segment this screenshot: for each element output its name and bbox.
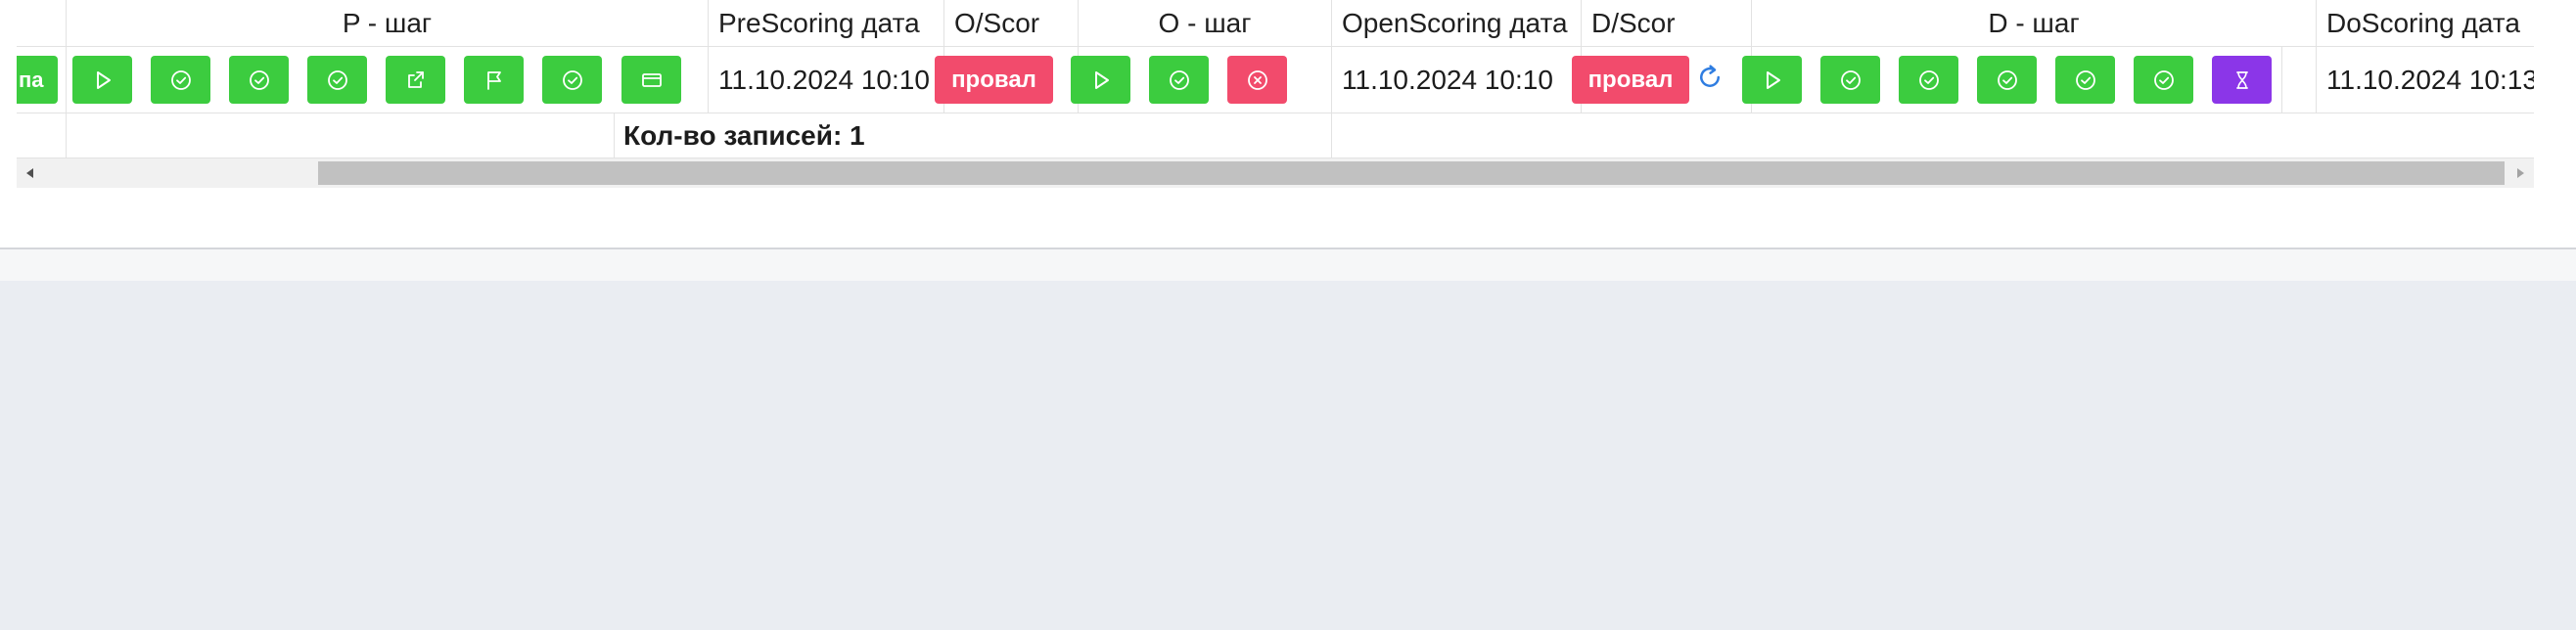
header-d-step: D - шаг xyxy=(1752,0,2317,47)
check-circle-icon xyxy=(1840,69,1861,90)
footer-cell-empty xyxy=(1332,113,2534,158)
o-step-play-button[interactable] xyxy=(1071,56,1130,104)
check-circle-icon xyxy=(2153,69,2174,90)
play-icon xyxy=(1094,70,1109,89)
p-step-check-button[interactable] xyxy=(542,56,602,104)
p-step-check-button[interactable] xyxy=(151,56,210,104)
prescoring-date-value: 11.10.2024 10:10 xyxy=(709,47,944,113)
results-panel: P - шаг PreScoring дата O/Scor O - шаг O… xyxy=(0,0,2576,249)
doscoring-date-value: 11.10.2024 10:13 xyxy=(2317,47,2534,113)
horizontal-scrollbar[interactable] xyxy=(17,158,2534,188)
check-circle-icon xyxy=(2075,69,2095,90)
openscoring-date-value: 11.10.2024 10:10 xyxy=(1332,47,1582,113)
o-step-check-button[interactable] xyxy=(1149,56,1209,104)
header-o-scor[interactable]: O/Scor xyxy=(944,0,1079,47)
record-count: Кол-во записей: 1 xyxy=(615,113,1332,158)
p-step-play-button[interactable] xyxy=(72,56,132,104)
header-prescoring-date[interactable]: PreScoring дата xyxy=(709,0,944,47)
hourglass-icon xyxy=(2235,70,2248,89)
partial-button-label: па xyxy=(19,67,44,92)
export-icon xyxy=(407,70,424,88)
d-step-check-button[interactable] xyxy=(2134,56,2193,104)
check-circle-icon xyxy=(327,69,347,90)
scroll-left-arrow-icon[interactable] xyxy=(23,165,38,181)
header-o-step: O - шаг xyxy=(1079,0,1332,47)
check-circle-icon xyxy=(1918,69,1939,90)
d-step-check-button[interactable] xyxy=(1899,56,1958,104)
p-step-flag-button[interactable] xyxy=(464,56,524,104)
header-openscoring-date[interactable]: OpenScoring дата xyxy=(1332,0,1582,47)
refresh-icon[interactable] xyxy=(1695,63,1725,92)
d-step-check-button[interactable] xyxy=(1820,56,1880,104)
footer-cell-empty xyxy=(67,113,615,158)
check-circle-icon xyxy=(1997,69,2017,90)
check-circle-icon xyxy=(170,69,191,90)
column-divider xyxy=(2281,47,2282,113)
header-d-scor[interactable]: D/Scor xyxy=(1582,0,1752,47)
o-step-error-button[interactable] xyxy=(1227,56,1287,104)
x-circle-icon xyxy=(1247,69,1267,90)
check-circle-icon xyxy=(1169,69,1189,90)
check-circle-icon xyxy=(249,69,269,90)
play-icon xyxy=(1766,70,1780,89)
footer-cell-empty xyxy=(17,113,67,158)
d-step-check-button[interactable] xyxy=(2055,56,2115,104)
d-step-play-button[interactable] xyxy=(1742,56,1802,104)
scrollbar-thumb[interactable] xyxy=(318,161,2505,185)
header-doscoring-date[interactable]: DoScoring дата xyxy=(2317,0,2534,47)
p-step-export-button[interactable] xyxy=(386,56,445,104)
play-icon xyxy=(96,70,111,89)
panel-footer-strip xyxy=(0,249,2576,281)
check-circle-icon xyxy=(562,69,582,90)
d-scor-status-button[interactable]: провал xyxy=(1572,56,1689,104)
header-p-step: P - шаг xyxy=(67,0,709,47)
p-step-check-button[interactable] xyxy=(307,56,367,104)
p-step-check-button[interactable] xyxy=(229,56,289,104)
flag-icon xyxy=(486,70,501,90)
d-step-check-button[interactable] xyxy=(1977,56,2037,104)
p-step-card-button[interactable] xyxy=(621,56,681,104)
partial-button[interactable]: па xyxy=(17,56,58,104)
header-cell-partial xyxy=(17,0,67,47)
d-step-pending-button[interactable] xyxy=(2212,56,2272,104)
o-scor-status-button[interactable]: провал xyxy=(935,56,1053,104)
card-icon xyxy=(641,72,662,87)
scroll-right-arrow-icon[interactable] xyxy=(2512,165,2528,181)
